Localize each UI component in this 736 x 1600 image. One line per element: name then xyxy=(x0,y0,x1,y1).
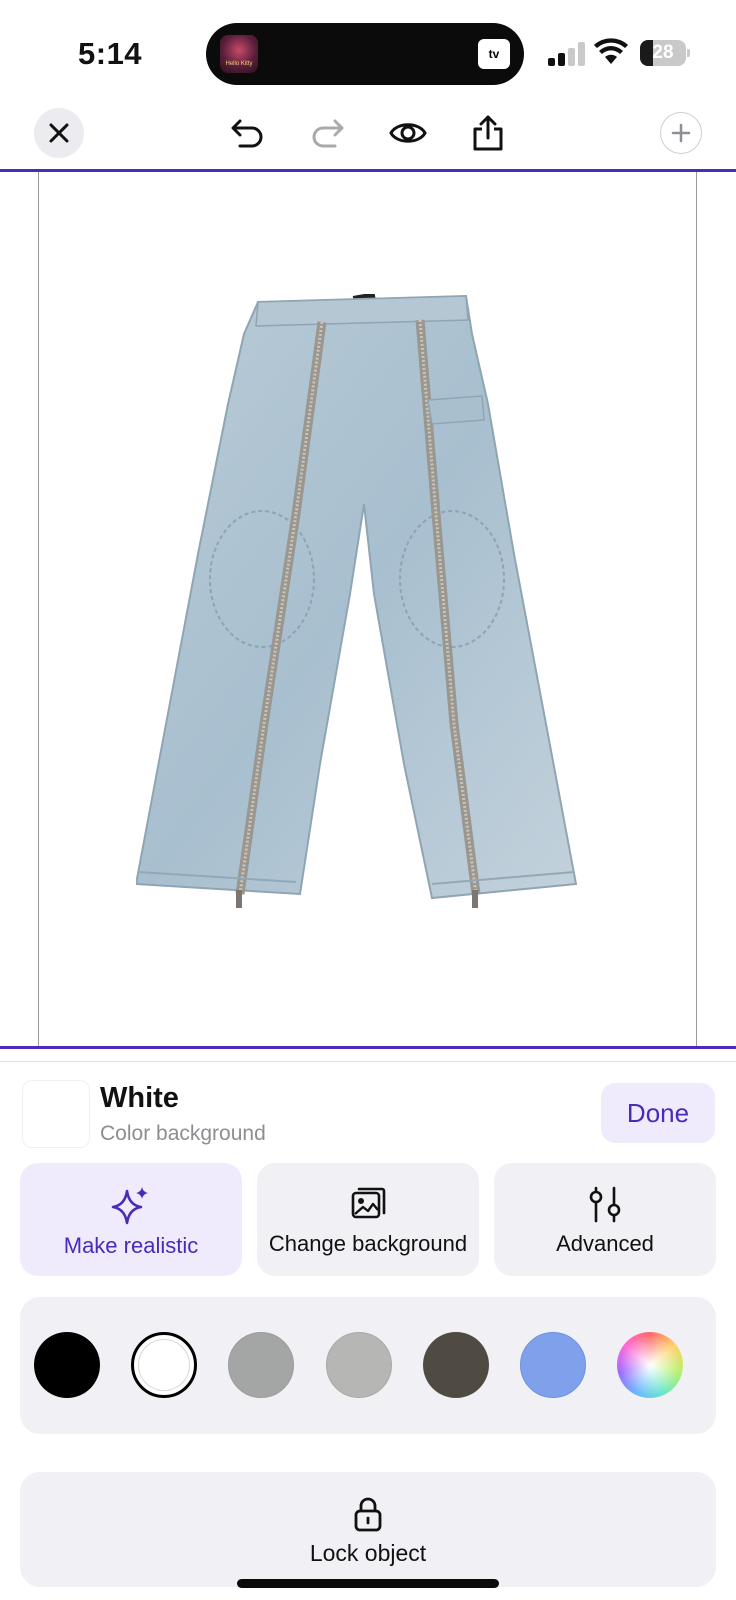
dynamic-island[interactable]: Hello Kitty tv xyxy=(206,23,524,85)
background-title: White xyxy=(100,1082,179,1114)
close-button[interactable] xyxy=(34,108,84,158)
redo-button[interactable] xyxy=(302,108,352,158)
clock-time: 5:14 xyxy=(78,36,143,71)
preview-button[interactable] xyxy=(383,108,433,158)
status-bar: 5:14 Hello Kitty tv 28 xyxy=(0,0,736,100)
add-button[interactable] xyxy=(660,112,702,154)
lock-object-label: Lock object xyxy=(309,1540,427,1566)
now-playing-app-icon: Hello Kitty xyxy=(220,35,258,73)
done-button[interactable]: Done xyxy=(601,1083,715,1143)
color-swatch-white[interactable] xyxy=(131,1332,197,1398)
cellular-signal-icon xyxy=(548,42,586,66)
redo-icon xyxy=(312,119,344,148)
advanced-button[interactable]: Advanced xyxy=(494,1163,716,1276)
images-icon xyxy=(351,1187,386,1219)
undo-icon xyxy=(231,119,263,148)
eye-icon xyxy=(389,123,427,143)
advanced-label: Advanced xyxy=(556,1231,654,1256)
canvas-right-guide xyxy=(696,172,697,1046)
background-subtitle: Color background xyxy=(100,1122,266,1145)
make-realistic-button[interactable]: Make realistic xyxy=(20,1163,242,1276)
lock-icon xyxy=(354,1497,382,1532)
color-swatch-black[interactable] xyxy=(34,1332,100,1398)
sparkle-icon xyxy=(111,1187,148,1225)
plus-icon xyxy=(671,123,691,143)
battery-icon: 28 xyxy=(640,40,690,66)
home-indicator xyxy=(237,1579,499,1588)
apple-tv-icon: tv xyxy=(478,39,510,69)
share-button[interactable] xyxy=(463,108,513,158)
lock-object-button[interactable]: Lock object xyxy=(20,1472,716,1587)
change-background-label: Change background xyxy=(268,1231,468,1256)
sliders-icon xyxy=(589,1186,621,1223)
island-app-name: Hello Kitty xyxy=(225,61,253,67)
editor-toolbar xyxy=(0,100,736,170)
color-swatch-gray[interactable] xyxy=(228,1332,294,1398)
color-swatch-blue[interactable] xyxy=(520,1332,586,1398)
share-icon xyxy=(473,115,503,151)
canvas-left-guide xyxy=(38,172,39,1046)
undo-button[interactable] xyxy=(223,108,273,158)
jeans-object[interactable] xyxy=(136,294,598,916)
selected-background-thumbnail xyxy=(22,1080,90,1148)
close-icon xyxy=(49,123,69,143)
editing-canvas[interactable] xyxy=(0,169,736,1049)
color-swatch-light-gray[interactable] xyxy=(326,1332,392,1398)
color-swatch-dark-gray[interactable] xyxy=(423,1332,489,1398)
apple-tv-label: tv xyxy=(488,47,500,61)
make-realistic-label: Make realistic xyxy=(63,1233,199,1258)
wifi-icon xyxy=(594,38,628,64)
color-swatches xyxy=(20,1297,716,1434)
battery-percent: 28 xyxy=(652,42,674,63)
change-background-button[interactable]: Change background xyxy=(257,1163,479,1276)
color-picker-button[interactable] xyxy=(617,1332,683,1398)
sheet-divider xyxy=(0,1061,736,1062)
